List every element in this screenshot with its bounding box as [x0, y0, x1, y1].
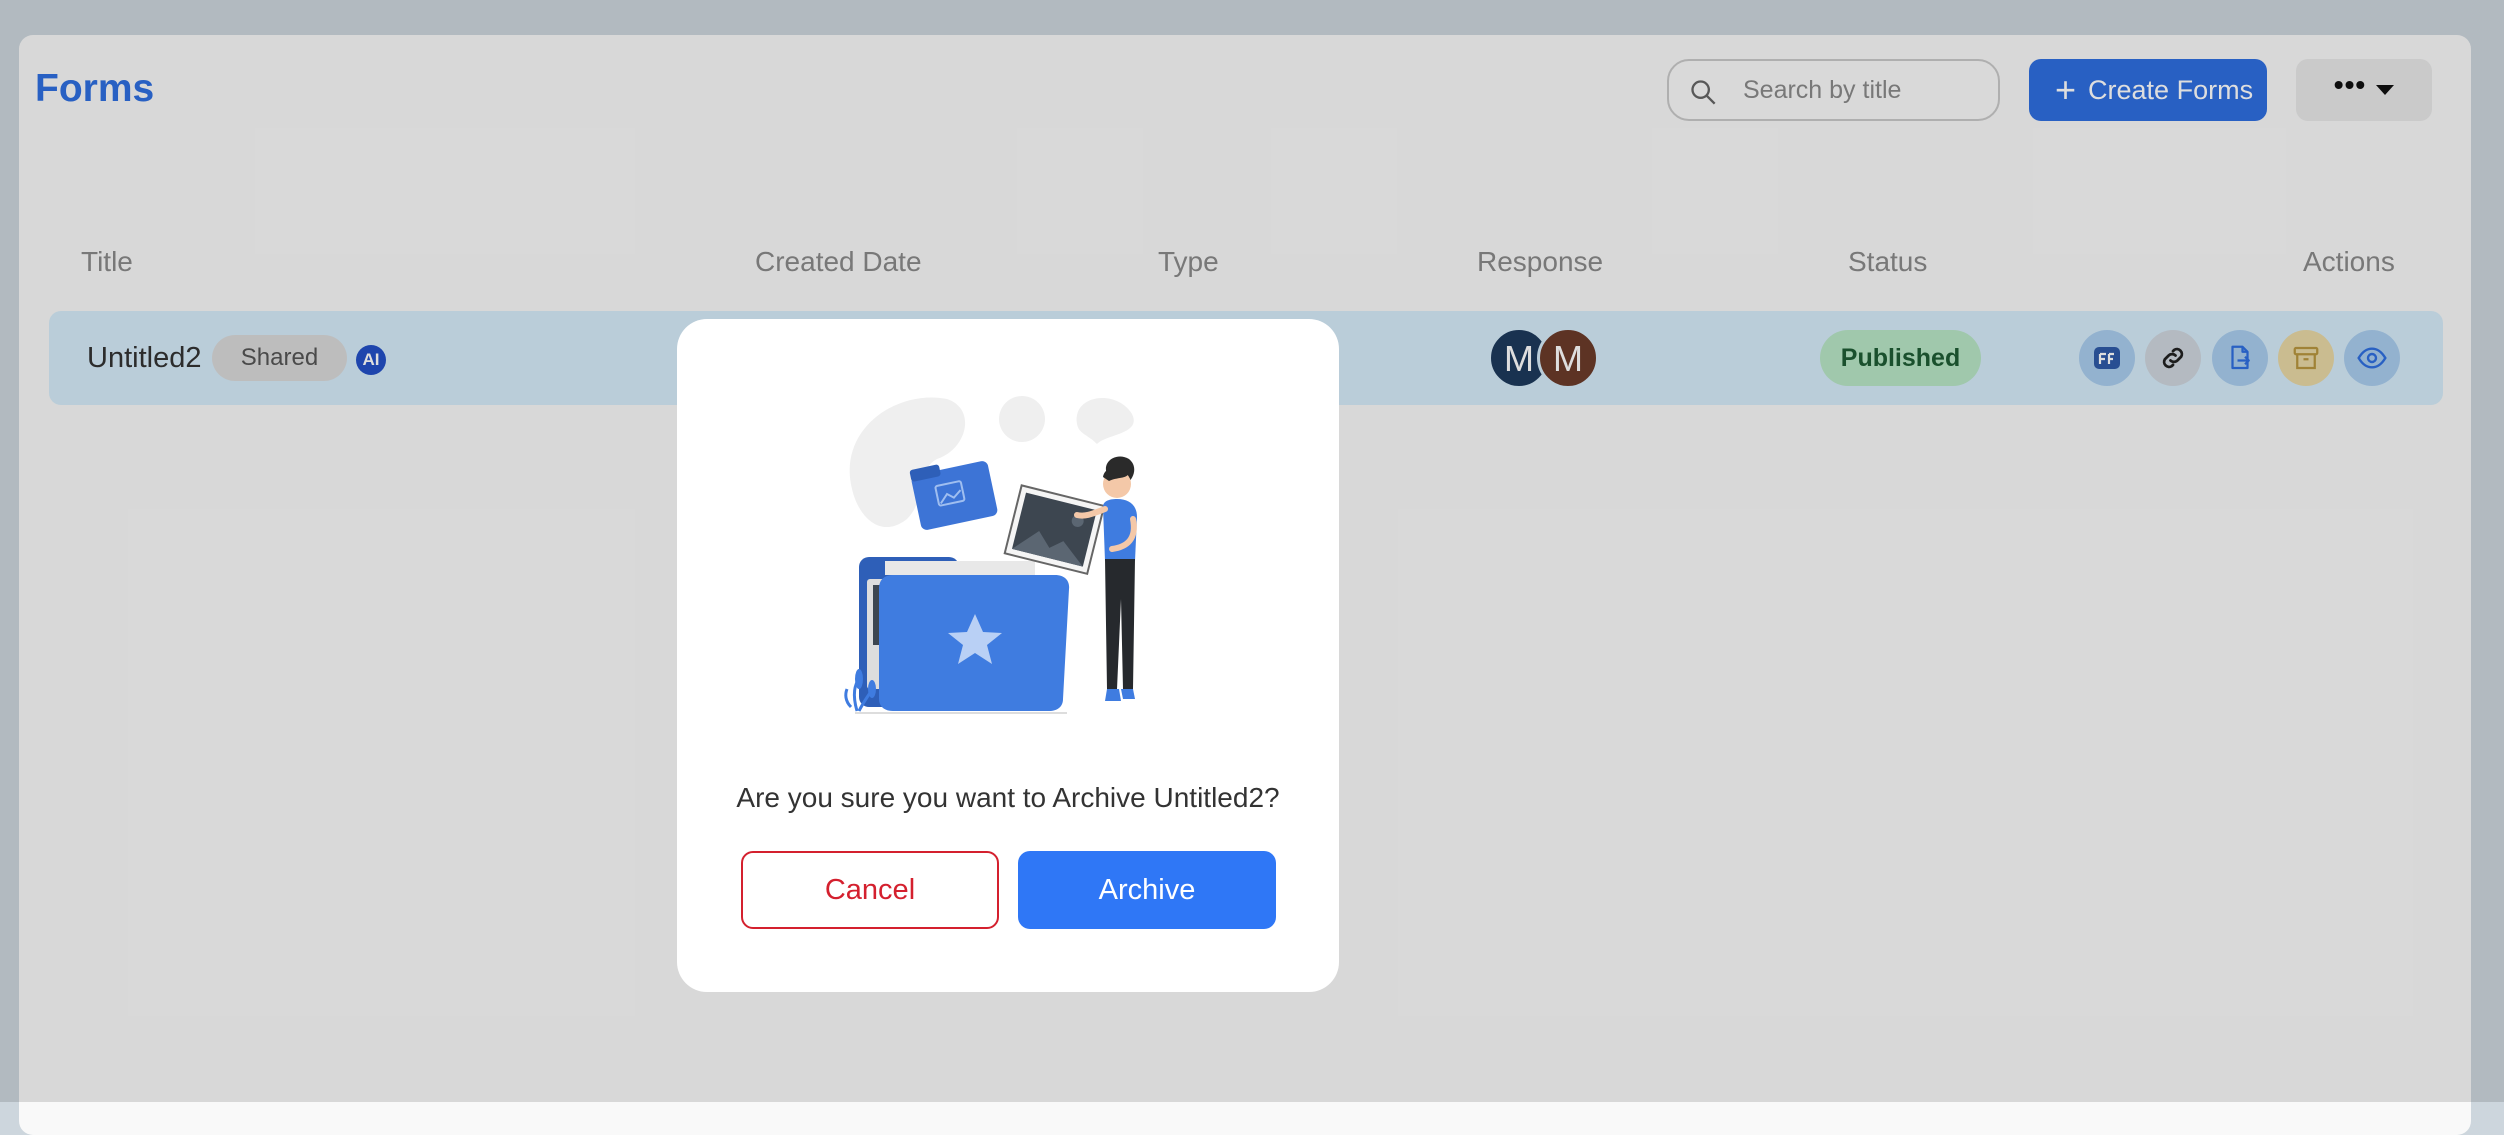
- dialog-message: Are you sure you want to Archive Untitle…: [736, 782, 1280, 813]
- archive-confirm-dialog: Are you sure you want to Archive Untitle…: [677, 319, 1339, 992]
- archive-confirm-button[interactable]: Archive: [1018, 851, 1276, 929]
- cancel-button[interactable]: Cancel: [741, 851, 999, 929]
- archive-illustration: [844, 396, 1137, 714]
